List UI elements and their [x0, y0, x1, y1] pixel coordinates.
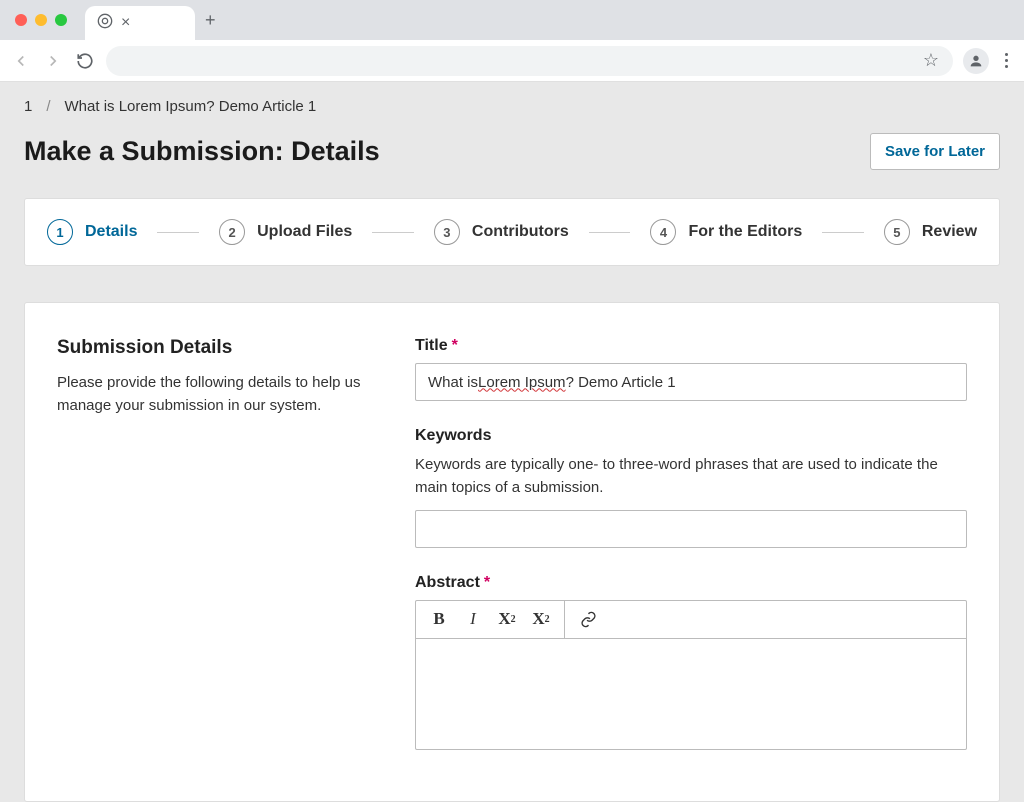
rte-toolbar: B I X2 X2: [416, 601, 966, 639]
chrome-logo-icon: [97, 13, 113, 34]
browser-toolbar: ☆: [0, 40, 1024, 82]
wizard-stepper: 1 Details 2 Upload Files 3 Contributors …: [24, 198, 1000, 266]
window-controls: [0, 14, 67, 26]
step-review[interactable]: 5 Review: [884, 219, 977, 245]
step-connector: [589, 232, 631, 233]
step-connector: [157, 232, 199, 233]
toolbar-divider: [564, 600, 565, 638]
abstract-label: Abstract*: [415, 574, 967, 592]
window-minimize[interactable]: [35, 14, 47, 26]
section-title: Submission Details: [57, 337, 367, 359]
profile-avatar[interactable]: [963, 48, 989, 74]
breadcrumb-title[interactable]: What is Lorem Ipsum? Demo Article 1: [65, 98, 317, 115]
keywords-input[interactable]: [415, 510, 967, 548]
step-contributors[interactable]: 3 Contributors: [434, 219, 569, 245]
italic-button[interactable]: I: [456, 604, 490, 634]
back-icon[interactable]: [10, 50, 32, 72]
step-connector: [822, 232, 864, 233]
browser-menu-icon[interactable]: [999, 53, 1014, 68]
step-connector: [372, 232, 414, 233]
new-tab-button[interactable]: +: [205, 10, 216, 31]
browser-tab-strip: × +: [0, 0, 1024, 40]
subscript-button[interactable]: X2: [524, 604, 558, 634]
bookmark-star-icon[interactable]: ☆: [923, 50, 939, 71]
step-for-the-editors[interactable]: 4 For the Editors: [650, 219, 802, 245]
reload-icon[interactable]: [74, 50, 96, 72]
page-body: 1 / What is Lorem Ipsum? Demo Article 1 …: [0, 82, 1024, 802]
step-details[interactable]: 1 Details: [47, 219, 137, 245]
forward-icon[interactable]: [42, 50, 64, 72]
breadcrumb: 1 / What is Lorem Ipsum? Demo Article 1: [24, 92, 1000, 133]
bold-button[interactable]: B: [422, 604, 456, 634]
section-description: Please provide the following details to …: [57, 371, 367, 418]
step-upload-files[interactable]: 2 Upload Files: [219, 219, 352, 245]
submission-details-card: Submission Details Please provide the fo…: [24, 302, 1000, 802]
keywords-label: Keywords: [415, 427, 967, 445]
page-title: Make a Submission: Details: [24, 136, 380, 167]
title-label: Title*: [415, 337, 967, 355]
superscript-button[interactable]: X2: [490, 604, 524, 634]
required-asterisk: *: [452, 337, 458, 354]
save-for-later-button[interactable]: Save for Later: [870, 133, 1000, 170]
window-maximize[interactable]: [55, 14, 67, 26]
abstract-textarea[interactable]: [416, 639, 966, 749]
link-button[interactable]: [571, 604, 605, 634]
breadcrumb-step[interactable]: 1: [24, 98, 32, 115]
abstract-editor: B I X2 X2: [415, 600, 967, 750]
keywords-help: Keywords are typically one- to three-wor…: [415, 453, 967, 500]
browser-tab[interactable]: ×: [85, 6, 195, 40]
title-input[interactable]: What is Lorem Ipsum? Demo Article 1: [415, 363, 967, 401]
address-bar[interactable]: ☆: [106, 46, 953, 76]
tab-close-icon[interactable]: ×: [121, 14, 130, 32]
required-asterisk: *: [484, 574, 490, 591]
window-close[interactable]: [15, 14, 27, 26]
breadcrumb-separator: /: [46, 98, 50, 115]
